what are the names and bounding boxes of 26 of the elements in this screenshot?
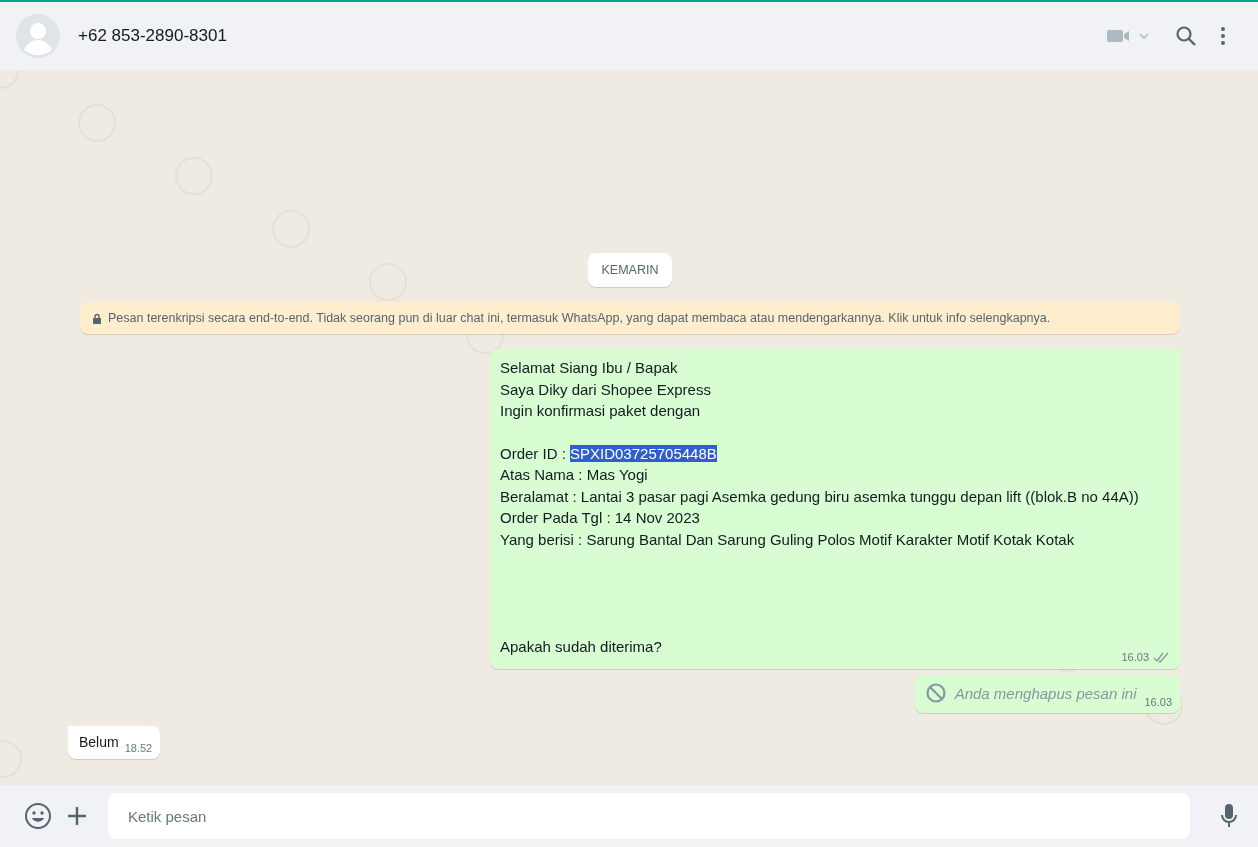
notice-text: Pesan terenkripsi secara end-to-end. Tidak seorang pun di luar chat ini, termasuk WhatsApp, yang dapat membaca atau mendengarkannya. Klik untuk info selengkapnya. xyxy=(108,311,1051,326)
message-text: Beralamat : Lantai 3 pasar pagi Asemka gedung biru asemka tunggu depan lift ((blok.B no 44A)) xyxy=(500,486,1139,507)
message-text: Order ID : SPXID03725705448B xyxy=(500,444,717,464)
message-text: Ingin konfirmasi paket dengan xyxy=(500,401,701,422)
contact-name: +62 853-2890-8301 xyxy=(78,26,228,46)
message-text: Anda menghapus pesan ini xyxy=(954,685,1137,702)
menu-button[interactable] xyxy=(1220,26,1226,46)
date-chip: KEMARIN xyxy=(587,253,673,288)
message-text: Apakah sudah diterima? xyxy=(500,636,662,657)
message-text: Order Pada Tgl : 14 Nov 2023 xyxy=(500,508,700,529)
message-time: 16.03 xyxy=(1121,651,1149,663)
message-text: Yang berisi : Sarung Bantal Dan Sarung Guling Polos Motif Karakter Motif Kotak Kotak xyxy=(500,529,1075,550)
prohibited-icon xyxy=(924,682,947,704)
microphone-button[interactable] xyxy=(1220,803,1238,829)
message-text: Selamat Siang Ibu / Bapak xyxy=(500,358,678,379)
message-text: Saya Diky dari Shopee Express xyxy=(500,379,711,400)
message-text: Atas Nama : Mas Yogi xyxy=(500,465,648,486)
search-button[interactable] xyxy=(1174,24,1198,48)
encryption-notice[interactable]: Pesan terenkripsi secara end-to-end. Tidak seorang pun di luar chat ini, termasuk WhatsApp, yang dapat membaca atau mendengarkannya. Klik untuk info selengkapnya. xyxy=(80,302,1180,335)
message-time: 16.03 xyxy=(1144,696,1172,708)
message-field[interactable]: Ketik pesan xyxy=(108,793,1190,839)
emoji-button[interactable] xyxy=(24,802,52,830)
message-time: 18.52 xyxy=(124,742,153,754)
message-text: Belum xyxy=(79,734,119,750)
lock-icon xyxy=(92,312,102,324)
attach-button[interactable] xyxy=(66,805,88,827)
